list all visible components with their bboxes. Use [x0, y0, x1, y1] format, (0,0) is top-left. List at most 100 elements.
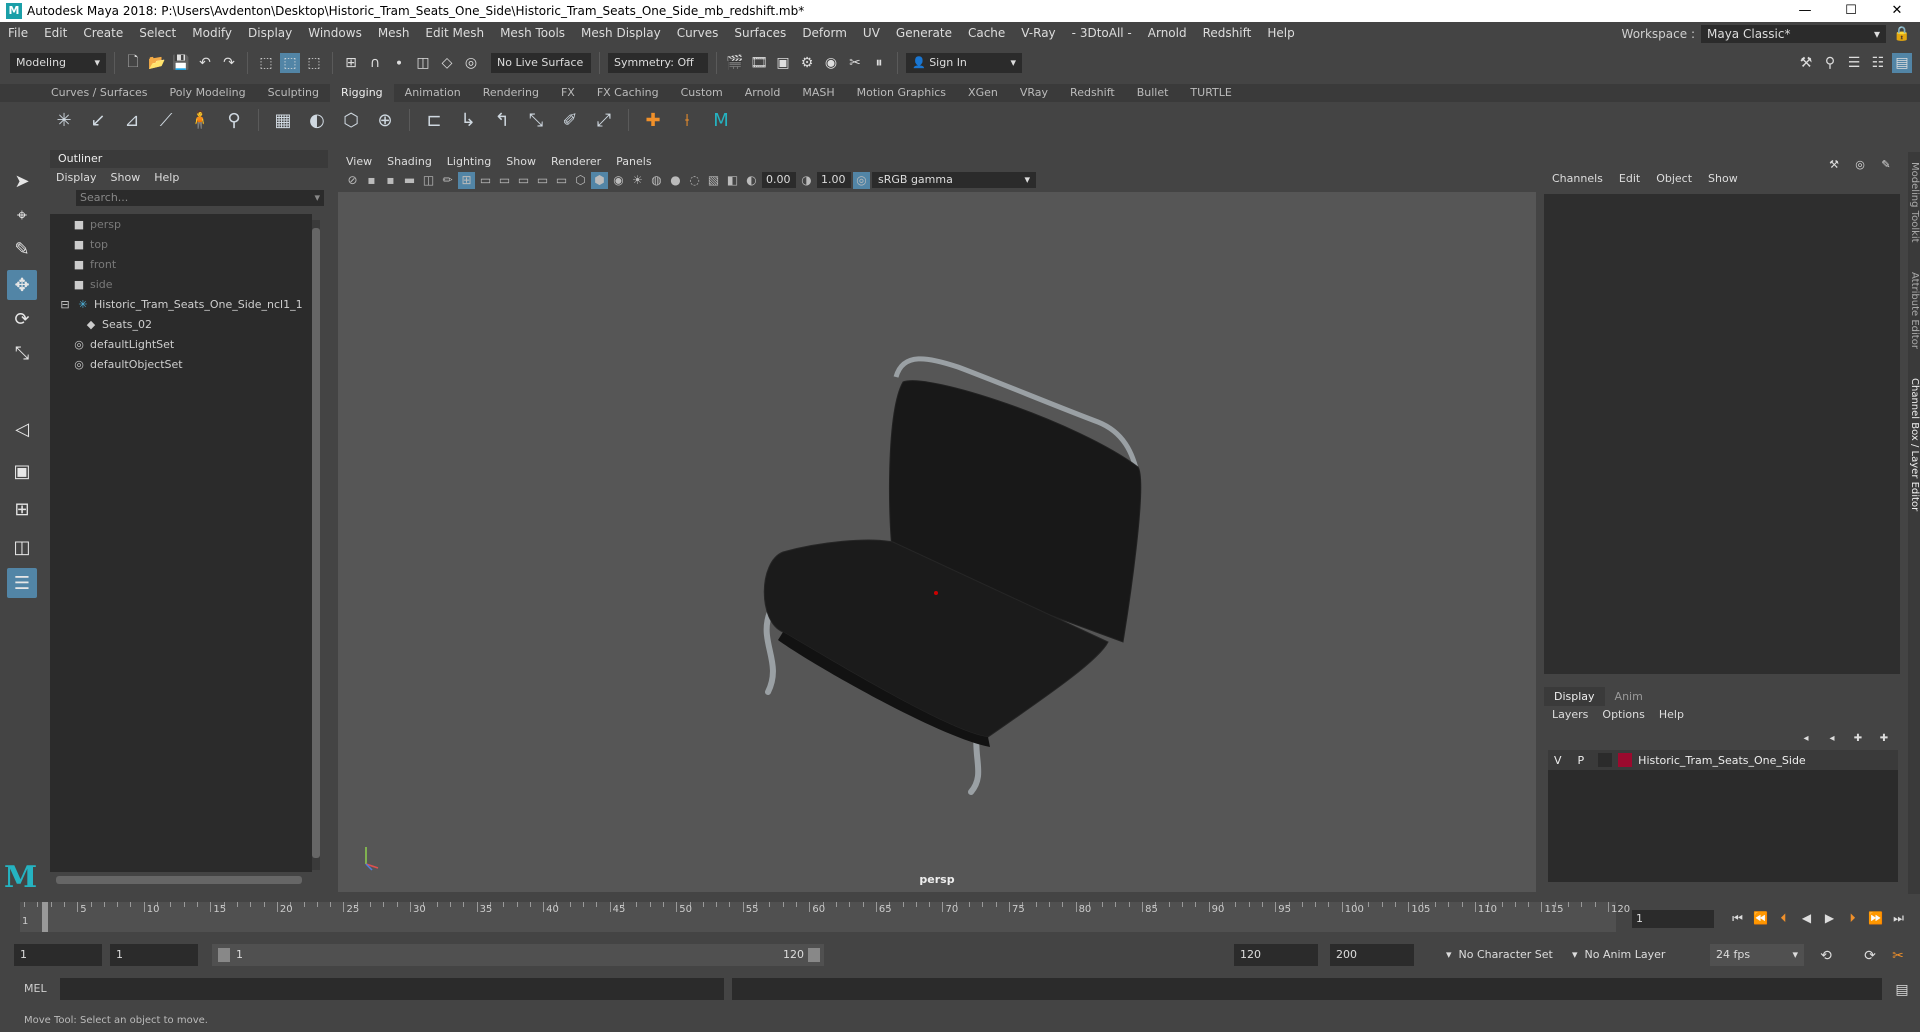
select-tool-icon[interactable]: ➤ [7, 166, 37, 196]
single-view-icon[interactable]: ▣ [7, 456, 37, 486]
script-editor-icon[interactable]: ▤ [1892, 980, 1912, 1000]
orange-cross-icon[interactable]: ✚ [639, 106, 667, 134]
layer-type-toggle[interactable] [1598, 753, 1613, 767]
outliner-item[interactable]: ■ front [50, 254, 312, 274]
outliner-menu-show[interactable]: Show [111, 171, 141, 184]
isolate-icon[interactable]: ▧ [705, 172, 722, 189]
ik-spline-icon[interactable]: ⊿ [118, 106, 146, 134]
attribute-toggle-icon[interactable]: ◎ [1850, 154, 1870, 174]
bind-skin-icon[interactable]: ⊏ [420, 106, 448, 134]
time-slider-track[interactable]: 1 5 10 15 20 25 30 35 40 45 50 55 60 65 70 75 80 85 90 95 10… [20, 902, 1630, 932]
motion-blur-icon[interactable]: ◌ [686, 172, 703, 189]
menu-edit-mesh[interactable]: Edit Mesh [417, 26, 492, 40]
shelf-tab-redshift[interactable]: Redshift [1059, 84, 1126, 102]
current-time-marker[interactable] [42, 902, 48, 932]
shelf-tab-mash[interactable]: MASH [791, 84, 845, 102]
smooth-shade-icon[interactable]: ⬢ [591, 171, 608, 189]
color-space-dropdown[interactable]: sRGB gamma ▾ [872, 172, 1036, 188]
render-sequence-icon[interactable]: 🎞 [749, 53, 769, 73]
outliner-horizontal-scrollbar[interactable] [56, 876, 302, 884]
anim-prefs-icon[interactable]: ✂ [1888, 946, 1908, 966]
attribute-editor-icon[interactable]: ☰ [1844, 53, 1864, 73]
camera-select-icon[interactable]: ⊘ [344, 172, 361, 189]
current-frame-field[interactable]: 1 [1632, 910, 1714, 928]
hypershade-icon[interactable]: ◉ [821, 53, 841, 73]
anim-layer-dropdown[interactable]: ▾ No Anim Layer [1566, 944, 1684, 966]
save-scene-icon[interactable]: 💾 [171, 53, 191, 73]
resolution-gate-icon[interactable]: ▭ [496, 172, 513, 189]
menu-uv[interactable]: UV [855, 26, 888, 40]
human-ik-icon[interactable]: ⚲ [1820, 53, 1840, 73]
open-scene-icon[interactable]: 📂 [147, 53, 167, 73]
menu-arnold[interactable]: Arnold [1140, 26, 1195, 40]
step-back-icon[interactable]: ⏪ [1751, 908, 1770, 928]
shelf-tab-fx-caching[interactable]: FX Caching [586, 84, 670, 102]
constraint-orient-icon[interactable]: ✐ [556, 106, 584, 134]
menu-v-ray[interactable]: V-Ray [1013, 26, 1063, 40]
outliner-menu-help[interactable]: Help [154, 171, 179, 184]
outliner-item[interactable]: ■ persp [50, 214, 312, 234]
new-layer-selected-icon[interactable]: ✚ [1874, 728, 1894, 748]
shelf-tab-arnold[interactable]: Arnold [734, 84, 792, 102]
outliner-item[interactable]: ⊟ ✳ Historic_Tram_Seats_One_Side_ncl1_1 [50, 294, 312, 314]
layer-playback-toggle[interactable]: P [1578, 754, 1585, 767]
tool-toggle-icon[interactable]: ✎ [1876, 154, 1896, 174]
locator-icon[interactable]: ⟋ [152, 106, 180, 134]
shelf-tab-rigging[interactable]: Rigging [329, 84, 394, 102]
exposure-icon[interactable]: ◐ [743, 172, 760, 189]
channel-menu-edit[interactable]: Edit [1619, 172, 1640, 185]
paint-weights-icon[interactable]: ↳ [454, 106, 482, 134]
shelf-tab-vray[interactable]: VRay [1009, 84, 1059, 102]
menu-mesh-display[interactable]: Mesh Display [573, 26, 669, 40]
layer-menu-help[interactable]: Help [1659, 708, 1684, 721]
last-tool-icon[interactable]: ◁ [7, 414, 37, 444]
step-forward-icon[interactable]: ⏩ [1866, 908, 1885, 928]
modeling-toolkit-tab[interactable]: Modeling Toolkit [1908, 162, 1920, 243]
outliner-item[interactable]: ■ side [50, 274, 312, 294]
human-ik-shelf-icon[interactable]: ⚲ [220, 106, 248, 134]
gamma-icon[interactable]: ◑ [798, 172, 815, 189]
viewport-menu-view[interactable]: View [346, 155, 372, 168]
play-forward-icon[interactable]: ▶ [1820, 908, 1839, 928]
step-back-key-icon[interactable]: ⏴ [1774, 908, 1793, 928]
maximize-button[interactable]: ☐ [1828, 0, 1874, 22]
channel-menu-show[interactable]: Show [1708, 172, 1738, 185]
go-to-start-icon[interactable]: ⏮ [1728, 908, 1747, 928]
new-layer-icon[interactable]: ✚ [1848, 728, 1868, 748]
menu-modify[interactable]: Modify [184, 26, 240, 40]
ik-handle-icon[interactable]: ↙ [84, 106, 112, 134]
outliner-layout-icon[interactable]: ☰ [7, 568, 37, 598]
menu-windows[interactable]: Windows [300, 26, 370, 40]
shelf-tab-fx[interactable]: FX [550, 84, 586, 102]
menu-surfaces[interactable]: Surfaces [726, 26, 794, 40]
snap-curve-icon[interactable]: ∩ [365, 53, 385, 73]
snap-live-icon[interactable]: ◎ [461, 53, 481, 73]
start-time-field[interactable]: 1 [14, 944, 102, 966]
outliner-item[interactable]: ◆ Seats_02 [50, 314, 312, 334]
layer-color-swatch[interactable] [1618, 753, 1633, 767]
outliner-item[interactable]: ◎ defaultLightSet [50, 334, 312, 354]
viewport-menu-shading[interactable]: Shading [387, 155, 432, 168]
step-forward-key-icon[interactable]: ⏵ [1843, 908, 1862, 928]
go-to-end-icon[interactable]: ⏭ [1889, 908, 1908, 928]
menu-display[interactable]: Display [240, 26, 300, 40]
layer-tab-anim[interactable]: Anim [1605, 687, 1653, 706]
quick-rig-icon[interactable]: 🧍 [186, 106, 214, 134]
grease-pencil-icon[interactable]: ✏ [439, 172, 456, 189]
render-frame-icon[interactable]: 🎬 [725, 53, 745, 73]
gate-mask-icon[interactable]: ▭ [515, 172, 532, 189]
shelf-tab-custom[interactable]: Custom [670, 84, 734, 102]
tool-settings-icon[interactable]: ☷ [1868, 53, 1888, 73]
channel-menu-object[interactable]: Object [1656, 172, 1692, 185]
soft-mod-icon[interactable]: ⊕ [371, 106, 399, 134]
new-scene-icon[interactable]: 🗋 [123, 53, 143, 73]
viewport-menu-lighting[interactable]: Lighting [447, 155, 491, 168]
play-backward-icon[interactable]: ◀ [1797, 908, 1816, 928]
character-set-dropdown[interactable]: ▾ No Character Set [1440, 944, 1560, 966]
close-button[interactable]: ✕ [1874, 0, 1920, 22]
shelf-tab-curves-surfaces[interactable]: Curves / Surfaces [40, 84, 159, 102]
shelf-tab-motion-graphics[interactable]: Motion Graphics [846, 84, 957, 102]
film-gate-icon[interactable]: ▭ [477, 172, 494, 189]
sign-in-button[interactable]: 👤 Sign In ▾ [906, 53, 1022, 73]
channel-box-icon[interactable]: ▤ [1892, 53, 1912, 73]
